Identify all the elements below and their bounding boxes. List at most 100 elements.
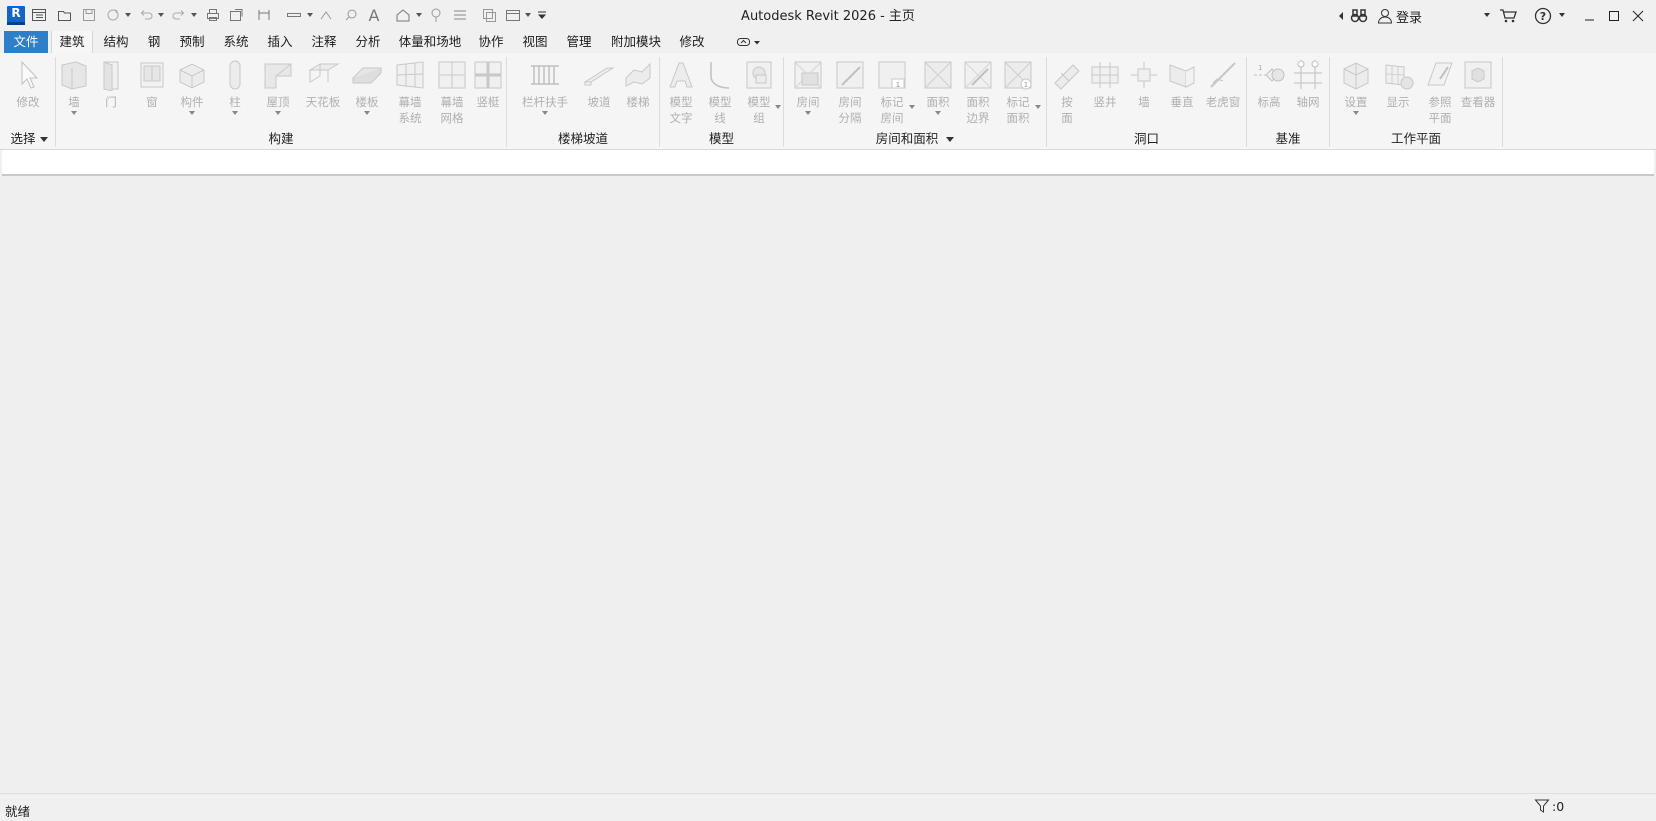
tab-architecture[interactable]: 建筑 — [51, 31, 93, 53]
wall-tool[interactable]: 墙 — [56, 56, 92, 132]
show-workplane-icon — [1378, 56, 1418, 94]
ribbon: 修改 选择 墙 门 窗 构件 柱 屋顶 天花板 楼板 幕墙 系统 幕墙 网格 竖… — [0, 53, 1656, 150]
set-workplane-icon — [1336, 56, 1376, 94]
search-collapse-arrow-icon[interactable] — [1338, 5, 1344, 27]
model-line-icon — [702, 56, 738, 94]
minimize-icon[interactable] — [1580, 6, 1600, 26]
svg-text:1: 1 — [1258, 64, 1262, 72]
ramp-icon — [580, 56, 618, 94]
drawing-area[interactable] — [0, 178, 1656, 793]
component-tool[interactable]: 构件 — [172, 56, 212, 132]
opening-by-face-tool[interactable]: 按 面 — [1049, 56, 1085, 132]
wall-icon — [56, 56, 92, 94]
ramp-tool[interactable]: 坡道 — [580, 56, 618, 132]
curtain-system-tool[interactable]: 幕墙 系统 — [390, 56, 430, 132]
curtain-grid-icon — [432, 56, 472, 94]
tag-area-icon: 1 — [999, 56, 1037, 94]
status-bar: 就绪 :0 — [0, 793, 1656, 821]
railing-tool[interactable]: 栏杆扶手 — [516, 56, 574, 132]
room-tool[interactable]: 房间 — [789, 56, 827, 132]
panel-title-model: 模型 — [708, 131, 734, 146]
area-icon — [919, 56, 957, 94]
area-boundary-tool[interactable]: 面积 边界 — [959, 56, 997, 132]
wall-opening-tool[interactable]: 墙 — [1126, 56, 1162, 132]
tag-room-tool[interactable]: 1 标记 房间 — [873, 56, 911, 132]
roof-tool[interactable]: 屋顶 — [258, 56, 298, 132]
maximize-icon[interactable] — [1604, 6, 1624, 26]
model-group-icon — [742, 56, 776, 94]
railing-icon — [516, 56, 574, 94]
area-boundary-icon — [959, 56, 997, 94]
panel-title-workplane: 工作平面 — [1390, 131, 1441, 146]
floor-tool[interactable]: 楼板 — [347, 56, 387, 132]
model-group-tool[interactable]: 模型 组 — [742, 56, 776, 132]
vertical-opening-tool[interactable]: 垂直 — [1163, 56, 1201, 132]
selection-filter[interactable]: :0 — [1534, 798, 1564, 814]
tab-massing-site[interactable]: 体量和场地 — [394, 31, 466, 53]
stair-tool[interactable]: 楼梯 — [619, 56, 657, 132]
curtain-system-icon — [390, 56, 430, 94]
model-text-icon — [663, 56, 699, 94]
tab-manage[interactable]: 管理 — [560, 31, 598, 53]
ref-plane-tool[interactable]: 参照 平面 — [1420, 56, 1460, 132]
model-text-tool[interactable]: 模型 文字 — [663, 56, 699, 132]
close-icon[interactable] — [1628, 6, 1648, 26]
dormer-icon — [1202, 56, 1244, 94]
curtain-grid-tool[interactable]: 幕墙 网格 — [432, 56, 472, 132]
tag-area-tool[interactable]: 1 标记 面积 — [999, 56, 1037, 132]
ribbon-minimize-toggle[interactable] — [733, 31, 763, 53]
door-icon — [95, 56, 127, 94]
binoculars-icon[interactable] — [1350, 5, 1368, 27]
ceiling-tool[interactable]: 天花板 — [302, 56, 344, 132]
area-tool[interactable]: 面积 — [919, 56, 957, 132]
help-dropdown-icon[interactable] — [1559, 13, 1565, 17]
level-icon: 1 — [1250, 56, 1288, 94]
window-tool[interactable]: 窗 — [134, 56, 170, 132]
panel-title-room-area[interactable]: 房间和面积 — [784, 130, 1046, 148]
show-workplane-tool[interactable]: 显示 — [1378, 56, 1418, 132]
tab-annotate[interactable]: 注释 — [305, 31, 343, 53]
column-tool[interactable]: 柱 — [217, 56, 253, 132]
filter-count-value: :0 — [1552, 798, 1565, 814]
sign-in-button[interactable]: 登录 — [1377, 5, 1422, 27]
tab-file[interactable]: 文件 — [4, 31, 48, 53]
viewer-tool[interactable]: 查看器 — [1456, 56, 1500, 132]
user-icon — [1377, 8, 1393, 24]
tab-view[interactable]: 视图 — [516, 31, 554, 53]
tab-precast[interactable]: 预制 — [173, 31, 211, 53]
tab-steel[interactable]: 钢 — [141, 31, 167, 53]
panel-title-opening: 洞口 — [1133, 131, 1159, 146]
sign-in-label: 登录 — [1396, 10, 1423, 26]
cursor-arrow-icon — [8, 56, 48, 94]
panel-title-select[interactable]: 选择 — [6, 130, 52, 148]
by-face-icon — [1049, 56, 1085, 94]
mullion-tool[interactable]: 竖梃 — [469, 56, 507, 132]
shaft-tool[interactable]: 竖井 — [1086, 56, 1124, 132]
room-separator-tool[interactable]: 房间 分隔 — [831, 56, 869, 132]
tab-modify[interactable]: 修改 — [673, 31, 711, 53]
stair-icon — [619, 56, 657, 94]
level-tool[interactable]: 1 标高 — [1250, 56, 1288, 132]
tab-structure[interactable]: 结构 — [97, 31, 135, 53]
model-line-tool[interactable]: 模型 线 — [702, 56, 738, 132]
svg-text:1: 1 — [896, 81, 900, 89]
set-workplane-tool[interactable]: 设置 — [1336, 56, 1376, 132]
grid-tool[interactable]: 轴网 — [1290, 56, 1326, 132]
tab-systems[interactable]: 系统 — [217, 31, 255, 53]
tab-collaborate[interactable]: 协作 — [472, 31, 510, 53]
tab-addins[interactable]: 附加模块 — [605, 31, 667, 53]
svg-text:?: ? — [1540, 10, 1546, 23]
door-tool[interactable]: 门 — [95, 56, 127, 132]
help-icon[interactable]: ? — [1534, 5, 1552, 27]
wall-opening-icon — [1126, 56, 1162, 94]
sign-in-dropdown-icon[interactable] — [1484, 13, 1490, 17]
dormer-tool[interactable]: 老虎窗 — [1202, 56, 1244, 132]
tab-analyze[interactable]: 分析 — [349, 31, 387, 53]
tab-insert[interactable]: 插入 — [261, 31, 299, 53]
modify-tool[interactable]: 修改 — [8, 56, 48, 132]
cart-icon[interactable] — [1499, 5, 1517, 27]
roof-icon — [258, 56, 298, 94]
svg-text:1: 1 — [1024, 81, 1028, 89]
window-icon — [134, 56, 170, 94]
panel-title-datum: 基准 — [1275, 131, 1301, 146]
